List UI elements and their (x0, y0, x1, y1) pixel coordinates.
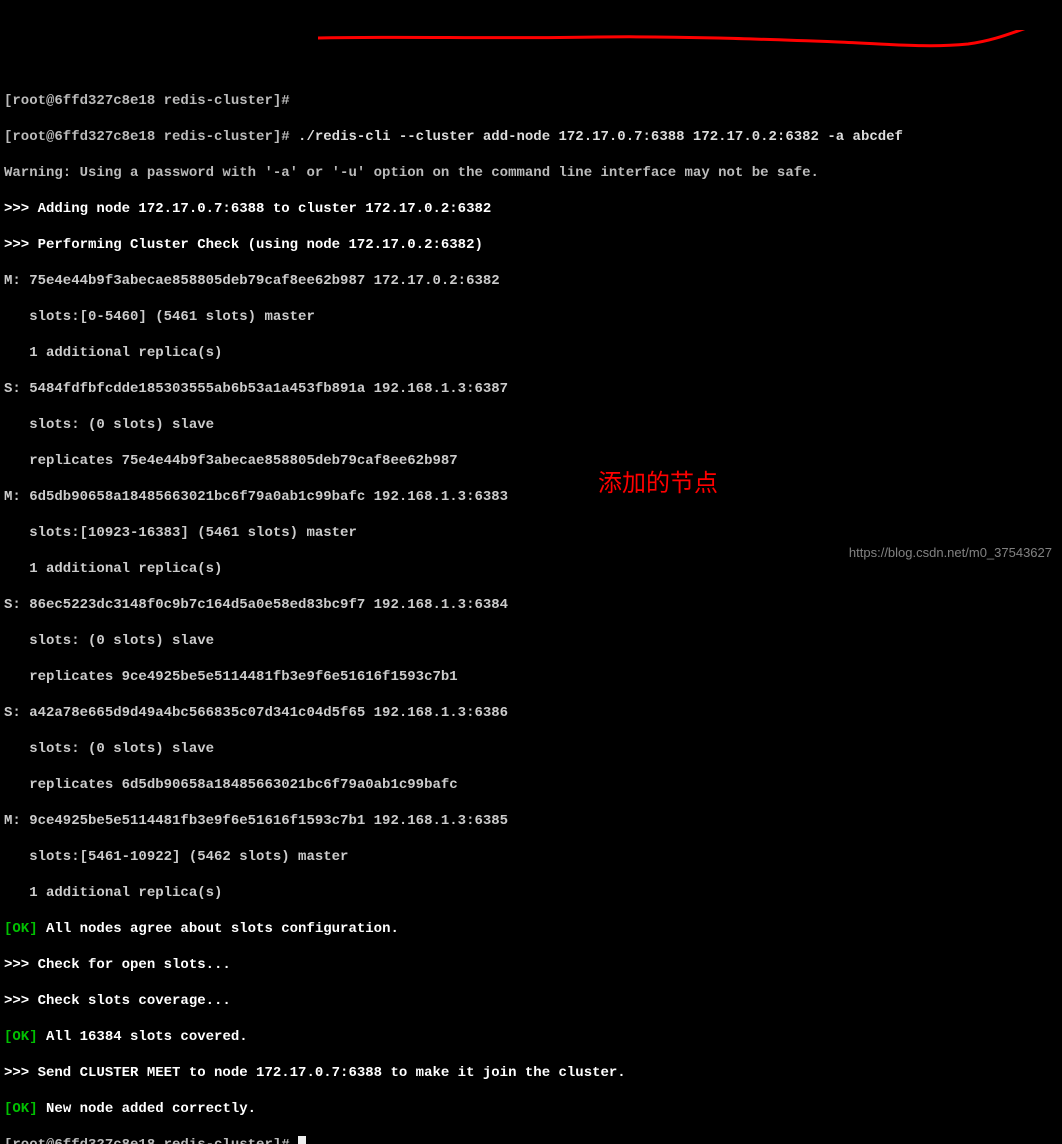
ok-tag-2: [OK] (4, 1029, 38, 1045)
prompt-line-2[interactable]: [root@6ffd327c8e18 redis-cluster]# ./red… (4, 128, 1058, 146)
out-15: slots: (0 slots) slave (4, 740, 1058, 758)
out-9: slots:[10923-16383] (5461 slots) master (4, 524, 1058, 542)
prompt-line-1[interactable]: [root@6ffd327c8e18 redis-cluster]# (4, 92, 1058, 110)
prompt-1: [root@6ffd327c8e18 redis-cluster]# (4, 93, 290, 109)
ok-tag-1: [OK] (4, 921, 38, 937)
ok-msg-2: All 16384 slots covered. (38, 1029, 248, 1045)
check-open-slots: >>> Check for open slots... (4, 956, 1058, 974)
out-18: slots:[5461-10922] (5462 slots) master (4, 848, 1058, 866)
out-19: 1 additional replica(s) (4, 884, 1058, 902)
ok-line-1: [OK] All nodes agree about slots configu… (4, 920, 1058, 938)
ok-msg-1: All nodes agree about slots configuratio… (38, 921, 399, 937)
red-underline-annotation (318, 30, 1038, 60)
out-13: replicates 9ce4925be5e5114481fb3e9f6e516… (4, 668, 1058, 686)
out-14: S: a42a78e665d9d49a4bc566835c07d341c04d5… (4, 704, 1058, 722)
out-16: replicates 6d5db90658a18485663021bc6f79a… (4, 776, 1058, 794)
ok-line-3: [OK] New node added correctly. (4, 1100, 1058, 1118)
out-6: slots: (0 slots) slave (4, 416, 1058, 434)
ok-msg-3: New node added correctly. (38, 1101, 256, 1117)
watermark-text: https://blog.csdn.net/m0_37543627 (849, 544, 1052, 562)
ok-line-2: [OK] All 16384 slots covered. (4, 1028, 1058, 1046)
cluster-meet-line: >>> Send CLUSTER MEET to node 172.17.0.7… (4, 1064, 1058, 1082)
out-11: S: 86ec5223dc3148f0c9b7c164d5a0e58ed83bc… (4, 596, 1058, 614)
prompt-line-3[interactable]: [root@6ffd327c8e18 redis-cluster]# (4, 1136, 1058, 1144)
cursor (298, 1136, 306, 1144)
command-text: ./redis-cli --cluster add-node 172.17.0.… (290, 129, 903, 145)
out-8: M: 6d5db90658a18485663021bc6f79a0ab1c99b… (4, 488, 1058, 506)
terminal-output: [root@6ffd327c8e18 redis-cluster]# [root… (4, 74, 1058, 1144)
ok-tag-3: [OK] (4, 1101, 38, 1117)
out-12: slots: (0 slots) slave (4, 632, 1058, 650)
out-17: M: 9ce4925be5e5114481fb3e9f6e51616f1593c… (4, 812, 1058, 830)
out-3: slots:[0-5460] (5461 slots) master (4, 308, 1058, 326)
out-0: >>> Adding node 172.17.0.7:6388 to clust… (4, 200, 1058, 218)
out-1: >>> Performing Cluster Check (using node… (4, 236, 1058, 254)
prompt-3: [root@6ffd327c8e18 redis-cluster]# (4, 1137, 290, 1144)
check-slots-coverage: >>> Check slots coverage... (4, 992, 1058, 1010)
out-5: S: 5484fdfbfcdde185303555ab6b53a1a453fb8… (4, 380, 1058, 398)
prompt-2: [root@6ffd327c8e18 redis-cluster]# (4, 129, 290, 145)
out-4: 1 additional replica(s) (4, 344, 1058, 362)
red-annotation-text: 添加的节点 (598, 475, 718, 493)
out-10: 1 additional replica(s) (4, 560, 1058, 578)
out-7: replicates 75e4e44b9f3abecae858805deb79c… (4, 452, 1058, 470)
out-2: M: 75e4e44b9f3abecae858805deb79caf8ee62b… (4, 272, 1058, 290)
warning-line: Warning: Using a password with '-a' or '… (4, 164, 1058, 182)
